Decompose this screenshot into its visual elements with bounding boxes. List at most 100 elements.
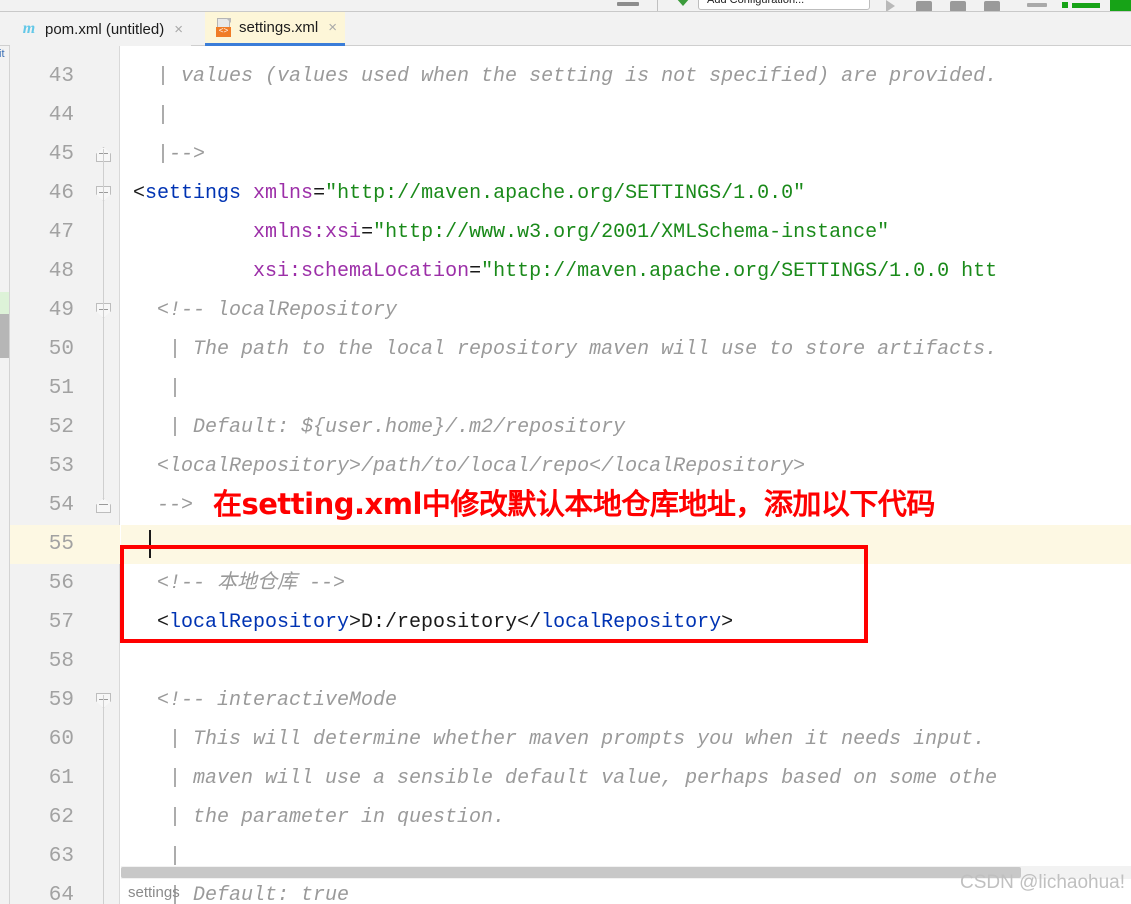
line-number: 48 bbox=[48, 260, 74, 283]
code-line[interactable]: |--> bbox=[121, 135, 1131, 174]
code-line[interactable]: <!-- localRepository bbox=[121, 291, 1131, 330]
vertical-scrollbar-thumb[interactable] bbox=[0, 314, 9, 358]
code-line-text: <!-- 本地仓库 --> bbox=[121, 564, 345, 603]
code-line[interactable]: <localRepository>D:/repository</localRep… bbox=[121, 603, 1131, 642]
code-token: = bbox=[313, 182, 326, 205]
tab-label: settings.xml bbox=[239, 19, 319, 36]
line-number: 57 bbox=[48, 611, 74, 634]
debug-icon[interactable] bbox=[916, 1, 932, 11]
code-line[interactable]: xmlns:xsi="http://www.w3.org/2001/XMLSch… bbox=[121, 213, 1131, 252]
fold-guide-line bbox=[103, 695, 104, 904]
line-number: 55 bbox=[48, 533, 74, 556]
code-token: <!-- interactiveMode bbox=[133, 689, 398, 712]
minimize-icon[interactable] bbox=[617, 2, 639, 6]
code-line[interactable]: <!-- interactiveMode bbox=[121, 681, 1131, 720]
maven-icon: m bbox=[22, 20, 36, 37]
code-token: | bbox=[133, 845, 182, 868]
code-line[interactable]: | the parameter in question. bbox=[121, 798, 1131, 837]
gutter-line[interactable]: 44 bbox=[10, 96, 120, 135]
code-token: >D:/repository</ bbox=[349, 611, 542, 634]
code-line[interactable] bbox=[121, 642, 1131, 681]
left-tool-strip[interactable]: it bbox=[0, 46, 10, 904]
code-line[interactable]: <settings xmlns="http://maven.apache.org… bbox=[121, 174, 1131, 213]
run-icon[interactable] bbox=[886, 0, 895, 11]
code-token: | the parameter in question. bbox=[133, 806, 506, 829]
line-number: 56 bbox=[48, 572, 74, 595]
code-token: | This will determine whether maven prom… bbox=[133, 728, 986, 751]
line-number: 49 bbox=[48, 299, 74, 322]
code-line[interactable]: xsi:schemaLocation="http://maven.apache.… bbox=[121, 252, 1131, 291]
git-commit-icon[interactable] bbox=[1110, 0, 1131, 11]
code-token: <localRepository>/path/to/local/repo</lo… bbox=[133, 455, 806, 478]
code-line[interactable]: | bbox=[121, 369, 1131, 408]
run-configuration-selector[interactable]: Add Configuration... bbox=[698, 0, 870, 10]
stop-icon[interactable] bbox=[1027, 3, 1047, 7]
tab-settings-xml[interactable]: <> settings.xml × bbox=[205, 12, 345, 46]
line-number: 58 bbox=[48, 650, 74, 673]
gutter-line[interactable]: 57 bbox=[10, 603, 120, 642]
code-line[interactable]: | The path to the local repository maven… bbox=[121, 330, 1131, 369]
breadcrumb[interactable]: settings bbox=[128, 884, 180, 901]
line-number: 46 bbox=[48, 182, 74, 205]
code-token: | bbox=[133, 377, 182, 400]
code-line-text: <!-- interactiveMode bbox=[121, 681, 397, 720]
code-token: > bbox=[721, 611, 734, 634]
vcs-change-marker bbox=[0, 292, 9, 314]
code-token: "http://www.w3.org/2001/XMLSchema-instan… bbox=[373, 221, 890, 244]
xml-icon-fold bbox=[226, 18, 231, 23]
code-line-text: <settings xmlns="http://maven.apache.org… bbox=[121, 174, 805, 213]
code-token: xmlns bbox=[253, 182, 314, 205]
code-line-text: | This will determine whether maven prom… bbox=[121, 720, 985, 759]
profile-icon[interactable] bbox=[984, 1, 1000, 11]
gutter-line[interactable]: 56 bbox=[10, 564, 120, 603]
line-number: 61 bbox=[48, 767, 74, 790]
git-update-bar-icon bbox=[1072, 3, 1100, 8]
left-strip-label: it bbox=[0, 48, 5, 60]
code-editor[interactable]: | values (values used when the setting i… bbox=[121, 46, 1131, 904]
line-number: 47 bbox=[48, 221, 74, 244]
line-number: 52 bbox=[48, 416, 74, 439]
code-line[interactable]: | values (values used when the setting i… bbox=[121, 57, 1131, 96]
coverage-icon[interactable] bbox=[950, 1, 966, 11]
tab-pom-xml[interactable]: m pom.xml (untitled) × bbox=[10, 12, 191, 46]
code-token: localRepository bbox=[169, 611, 350, 634]
line-number: 54 bbox=[48, 494, 74, 517]
code-line[interactable]: | maven will use a sensible default valu… bbox=[121, 759, 1131, 798]
code-line-text: | The path to the local repository maven… bbox=[121, 330, 997, 369]
horizontal-scrollbar-thumb[interactable] bbox=[121, 867, 1021, 878]
code-token: --> bbox=[133, 494, 194, 517]
line-number: 44 bbox=[48, 104, 74, 127]
line-number: 50 bbox=[48, 338, 74, 361]
close-icon[interactable]: × bbox=[328, 20, 337, 35]
gutter-line[interactable]: 55 bbox=[10, 525, 120, 564]
line-number: 59 bbox=[48, 689, 74, 712]
code-line[interactable]: | Default: ${user.home}/.m2/repository bbox=[121, 408, 1131, 447]
code-line[interactable]: | bbox=[121, 96, 1131, 135]
gutter-line[interactable]: 58 bbox=[10, 642, 120, 681]
git-update-icon[interactable] bbox=[1062, 2, 1068, 8]
code-line[interactable] bbox=[121, 525, 1131, 564]
code-fold-toggle-icon[interactable] bbox=[96, 498, 111, 513]
code-line-text: xsi:schemaLocation="http://maven.apache.… bbox=[121, 252, 997, 291]
code-line-text: | maven will use a sensible default valu… bbox=[121, 759, 997, 798]
xml-icon-badge: <> bbox=[216, 27, 231, 37]
fold-marker-minus bbox=[99, 504, 108, 505]
code-token: | maven will use a sensible default valu… bbox=[133, 767, 998, 790]
dropdown-arrow-icon[interactable] bbox=[676, 0, 690, 6]
code-line[interactable]: <!-- 本地仓库 --> bbox=[121, 564, 1131, 603]
code-token: | values (values used when the setting i… bbox=[133, 65, 998, 88]
code-line-text: | values (values used when the setting i… bbox=[121, 57, 997, 96]
close-icon[interactable]: × bbox=[174, 22, 183, 37]
line-number: 53 bbox=[48, 455, 74, 478]
code-line-text: | bbox=[121, 369, 181, 408]
code-line-text: xmlns:xsi="http://www.w3.org/2001/XMLSch… bbox=[121, 213, 889, 252]
code-token: xsi:schemaLocation bbox=[253, 260, 470, 283]
line-number: 45 bbox=[48, 143, 74, 166]
editor-gutter[interactable]: 43 44 45 46 47 48 49 50 51 52 53 54 55 56 57 58 59 60 61 62… bbox=[10, 46, 120, 904]
gutter-line[interactable]: 43 bbox=[10, 57, 120, 96]
code-line-text: <!-- localRepository bbox=[121, 291, 397, 330]
code-token: | Default: ${user.home}/.m2/repository bbox=[133, 416, 626, 439]
code-line[interactable]: | This will determine whether maven prom… bbox=[121, 720, 1131, 759]
